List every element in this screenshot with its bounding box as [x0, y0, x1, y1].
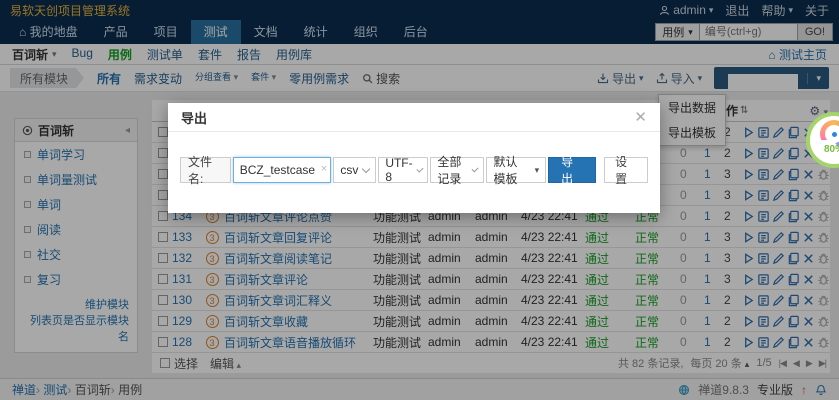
chevron-down-icon	[416, 165, 423, 172]
blue-dot-icon	[832, 132, 837, 137]
export-form: 文件名: × csv UTF-8 全部记录 默认模板▾ 导出 设置	[180, 157, 648, 183]
chevron-down-icon	[472, 165, 479, 172]
filename-label: 文件名:	[180, 157, 231, 183]
format-select[interactable]: csv	[333, 157, 376, 183]
progress-percent: 80%	[824, 144, 839, 155]
clear-input-icon[interactable]: ×	[321, 163, 327, 175]
page: 易软天创项目管理系统 admin ▾ 退出 帮助 ▾ 关于 我的地盘 产品 项目	[0, 0, 839, 400]
modal-header: 导出 ✕	[168, 103, 660, 132]
export-confirm-button[interactable]: 导出	[548, 157, 596, 183]
template-select[interactable]: 默认模板▾	[486, 157, 546, 183]
filename-input[interactable]	[233, 157, 332, 183]
export-modal: 导出 ✕ 文件名: × csv UTF-8 全部记录 默认模板▾ 导出 设置	[168, 103, 660, 213]
record-range-select[interactable]: 全部记录	[430, 157, 484, 183]
encoding-select[interactable]: UTF-8	[378, 157, 428, 183]
caret-down-icon: ▾	[535, 165, 540, 176]
close-icon[interactable]: ✕	[634, 108, 647, 126]
settings-button[interactable]: 设置	[604, 157, 648, 183]
chevron-down-icon	[362, 164, 370, 172]
modal-title: 导出	[181, 108, 207, 127]
filename-field-wrap: ×	[233, 157, 332, 183]
